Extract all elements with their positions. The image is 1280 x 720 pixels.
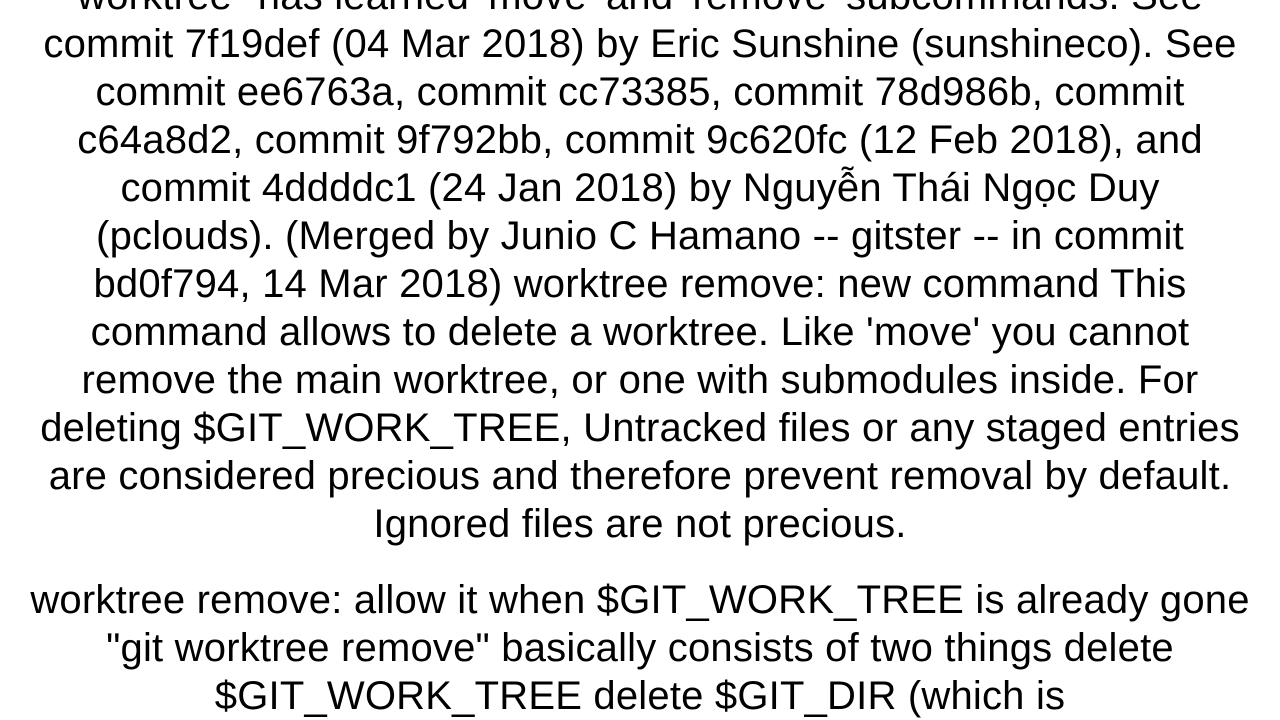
body-text-lower: worktree remove: allow it when $GIT_WORK… (28, 576, 1252, 720)
body-text-upper: worktree" has learned 'move' and 'remove… (28, 0, 1252, 548)
document-page: worktree" has learned 'move' and 'remove… (0, 0, 1280, 720)
